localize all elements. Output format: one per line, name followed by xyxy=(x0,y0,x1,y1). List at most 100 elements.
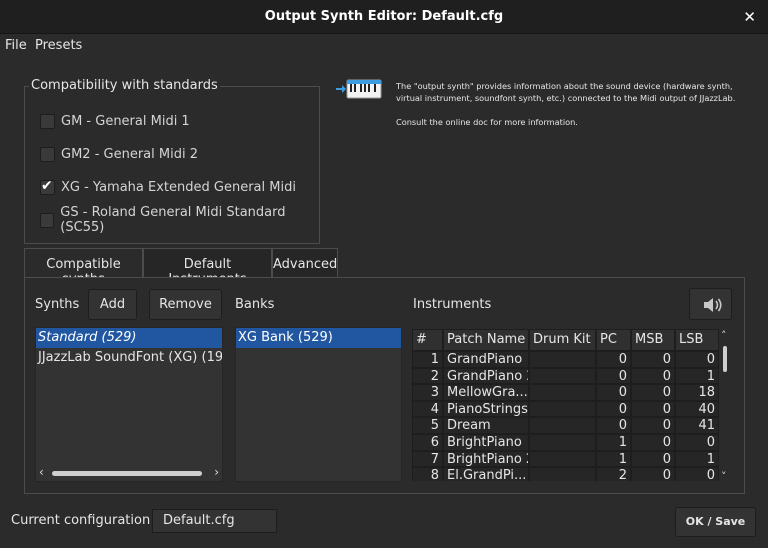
table-row[interactable]: 4 PianoStrings 0 0 40 xyxy=(412,400,719,418)
ok-save-button[interactable]: OK / Save xyxy=(675,507,756,537)
col-header-drum-kit[interactable]: Drum Kit xyxy=(529,329,596,351)
table-cell[interactable]: 3 xyxy=(412,384,443,401)
synths-list[interactable]: Standard (529) JJazzLab SoundFont (XG) (… xyxy=(35,327,223,482)
scrollbar-thumb[interactable] xyxy=(52,471,202,476)
table-cell[interactable]: 0 xyxy=(631,351,675,368)
table-cell[interactable]: 4 xyxy=(412,400,443,418)
menu-bar: File Presets xyxy=(0,34,768,58)
table-cell[interactable]: 0 xyxy=(631,417,675,434)
xg-checkbox-row[interactable]: XG - Yamaha Extended General Midi xyxy=(40,178,296,196)
table-cell[interactable]: GrandPiano xyxy=(443,351,529,368)
tab-default-instruments[interactable]: Default Instruments xyxy=(143,248,272,287)
instruments-vertical-scrollbar[interactable]: ˄ ˅ xyxy=(719,329,732,483)
close-icon[interactable]: ✕ xyxy=(743,8,756,26)
menu-presets[interactable]: Presets xyxy=(35,38,82,53)
gm2-checkbox-row[interactable]: GM2 - General Midi 2 xyxy=(40,145,198,163)
table-cell[interactable]: 41 xyxy=(675,417,719,434)
gs-checkbox-row[interactable]: GS - Roland General Midi Standard (SC55) xyxy=(40,205,319,235)
table-cell[interactable]: 0 xyxy=(596,367,631,385)
table-cell[interactable]: GrandPiano 2 xyxy=(443,367,529,385)
table-cell[interactable]: 6 xyxy=(412,433,443,451)
table-cell[interactable]: 0 xyxy=(631,467,675,481)
table-cell[interactable]: 0 xyxy=(596,417,631,434)
tab-advanced[interactable]: Advanced xyxy=(272,248,338,278)
table-cell[interactable]: 0 xyxy=(675,351,719,368)
table-cell[interactable]: 0 xyxy=(631,433,675,451)
table-cell[interactable]: BrightPiano xyxy=(443,433,529,451)
table-cell[interactable]: 1 xyxy=(675,367,719,385)
add-synth-button[interactable]: Add xyxy=(88,289,137,320)
table-cell[interactable]: 1 xyxy=(596,433,631,451)
table-row[interactable]: 6 BrightPiano 1 0 0 xyxy=(412,433,719,451)
table-row[interactable]: 7 BrightPiano 2 101 xyxy=(412,450,719,468)
table-cell[interactable]: 0 xyxy=(631,400,675,418)
col-header-msb[interactable]: MSB xyxy=(631,329,675,351)
table-cell[interactable] xyxy=(529,433,596,451)
tab-compatible-synths[interactable]: Compatible synths xyxy=(24,248,143,287)
table-cell[interactable]: 1 xyxy=(675,450,719,468)
table-cell[interactable]: 0 xyxy=(631,384,675,401)
table-cell[interactable]: 0 xyxy=(596,384,631,401)
table-cell[interactable]: 2 xyxy=(412,367,443,385)
table-cell[interactable]: BrightPiano 2 xyxy=(443,450,529,468)
title-bar: Output Synth Editor: Default.cfg ✕ xyxy=(0,0,768,34)
table-cell[interactable]: 0 xyxy=(596,400,631,418)
gs-checkbox[interactable] xyxy=(40,212,55,228)
table-row[interactable]: 5 Dream 0 0 41 xyxy=(412,417,719,434)
xg-checkbox[interactable] xyxy=(40,178,55,195)
play-preview-button[interactable] xyxy=(689,288,732,320)
table-cell[interactable]: Dream xyxy=(443,417,529,434)
table-cell[interactable] xyxy=(529,367,596,385)
col-header-patch-name[interactable]: Patch Name xyxy=(443,329,529,351)
table-cell[interactable]: 0 xyxy=(631,450,675,468)
table-cell[interactable] xyxy=(529,450,596,468)
table-cell[interactable] xyxy=(529,400,596,418)
table-cell[interactable] xyxy=(529,417,596,434)
table-cell[interactable]: 1 xyxy=(596,450,631,468)
table-cell[interactable]: 40 xyxy=(675,400,719,418)
instruments-table-body: 1 GrandPiano 0 0 0 2 GrandPiano 2 0 0 1 3 MellowGra… xyxy=(412,351,719,481)
table-row[interactable]: 2 GrandPiano 2001 xyxy=(412,367,719,385)
gm-checkbox[interactable] xyxy=(40,113,55,129)
table-cell[interactable]: 0 xyxy=(631,367,675,385)
gm2-checkbox[interactable] xyxy=(40,146,55,162)
col-header-number[interactable]: # xyxy=(412,329,443,351)
remove-synth-button[interactable]: Remove xyxy=(149,289,222,320)
table-cell[interactable] xyxy=(529,351,596,368)
scroll-right-icon[interactable]: › xyxy=(214,465,219,479)
table-cell[interactable]: 1 xyxy=(412,351,443,368)
table-cell[interactable]: 2 xyxy=(596,467,631,481)
col-header-pc[interactable]: PC xyxy=(596,329,631,351)
info-paragraph-1: The "output synth" provides information … xyxy=(396,81,736,103)
scroll-up-icon[interactable]: ˄ xyxy=(721,329,727,342)
table-cell[interactable]: 8 xyxy=(412,467,443,481)
synth-item-jjazzlab-soundfont[interactable]: JJazzLab SoundFont (XG) (197) xyxy=(36,348,222,368)
xg-label: XG - Yamaha Extended General Midi xyxy=(61,179,296,195)
table-cell[interactable]: 0 xyxy=(596,351,631,368)
scrollbar-thumb[interactable] xyxy=(723,346,727,372)
menu-file[interactable]: File xyxy=(5,38,27,53)
current-configuration-field[interactable]: Default.cfg xyxy=(152,509,277,533)
instruments-table[interactable]: # Patch Name Drum Kit PC MSB LSB 1 GrandP… xyxy=(412,329,719,481)
table-row[interactable]: 8 El.GrandPi... 2 0 0 xyxy=(412,467,719,481)
scroll-down-icon[interactable]: ˅ xyxy=(721,470,727,483)
synth-item-standard[interactable]: Standard (529) xyxy=(36,328,222,348)
gm-checkbox-row[interactable]: GM - General Midi 1 xyxy=(40,112,190,130)
banks-list[interactable]: XG Bank (529) xyxy=(235,327,402,482)
table-cell[interactable]: El.GrandPi... xyxy=(443,467,529,481)
table-cell[interactable] xyxy=(529,467,596,481)
col-header-lsb[interactable]: LSB xyxy=(675,329,719,351)
table-row[interactable]: 1 GrandPiano 0 0 0 xyxy=(412,351,719,368)
table-cell[interactable]: 5 xyxy=(412,417,443,434)
scroll-left-icon[interactable]: ‹ xyxy=(39,465,44,479)
table-cell[interactable]: 0 xyxy=(675,467,719,481)
table-cell[interactable]: 18 xyxy=(675,384,719,401)
table-row[interactable]: 3 MellowGra... 0 0 18 xyxy=(412,384,719,401)
table-cell[interactable]: 0 xyxy=(675,433,719,451)
table-cell[interactable]: 7 xyxy=(412,450,443,468)
synths-horizontal-scrollbar[interactable]: ‹ › xyxy=(36,465,222,481)
bank-item-xg[interactable]: XG Bank (529) xyxy=(236,328,401,348)
table-cell[interactable] xyxy=(529,384,596,401)
table-cell[interactable]: MellowGra... xyxy=(443,384,529,401)
table-cell[interactable]: PianoStrings xyxy=(443,400,529,418)
